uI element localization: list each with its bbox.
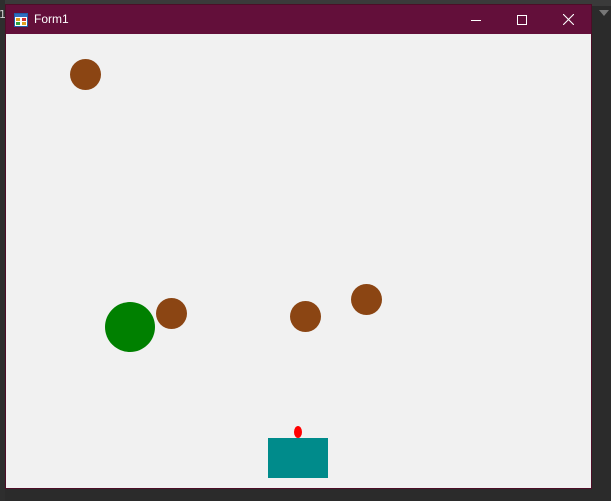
enemy-ball (351, 284, 382, 315)
background-dropdown-arrow-icon (599, 10, 609, 16)
enemy-ball (70, 59, 101, 90)
window-title: Form1 (34, 12, 69, 26)
enemy-ball (290, 301, 321, 332)
form-app-icon[interactable] (14, 12, 28, 27)
minimize-icon (471, 19, 481, 21)
title-bar[interactable]: Form1 (6, 5, 591, 34)
maximize-icon (517, 14, 527, 25)
close-icon (562, 14, 574, 25)
bullet (294, 426, 302, 438)
minimize-button[interactable] (453, 5, 499, 34)
player-paddle (268, 438, 328, 478)
close-button[interactable] (545, 5, 591, 34)
game-canvas[interactable] (6, 34, 591, 488)
maximize-button[interactable] (499, 5, 545, 34)
green-ball (105, 302, 155, 352)
form-window: Form1 (5, 4, 592, 489)
enemy-ball (156, 298, 187, 329)
